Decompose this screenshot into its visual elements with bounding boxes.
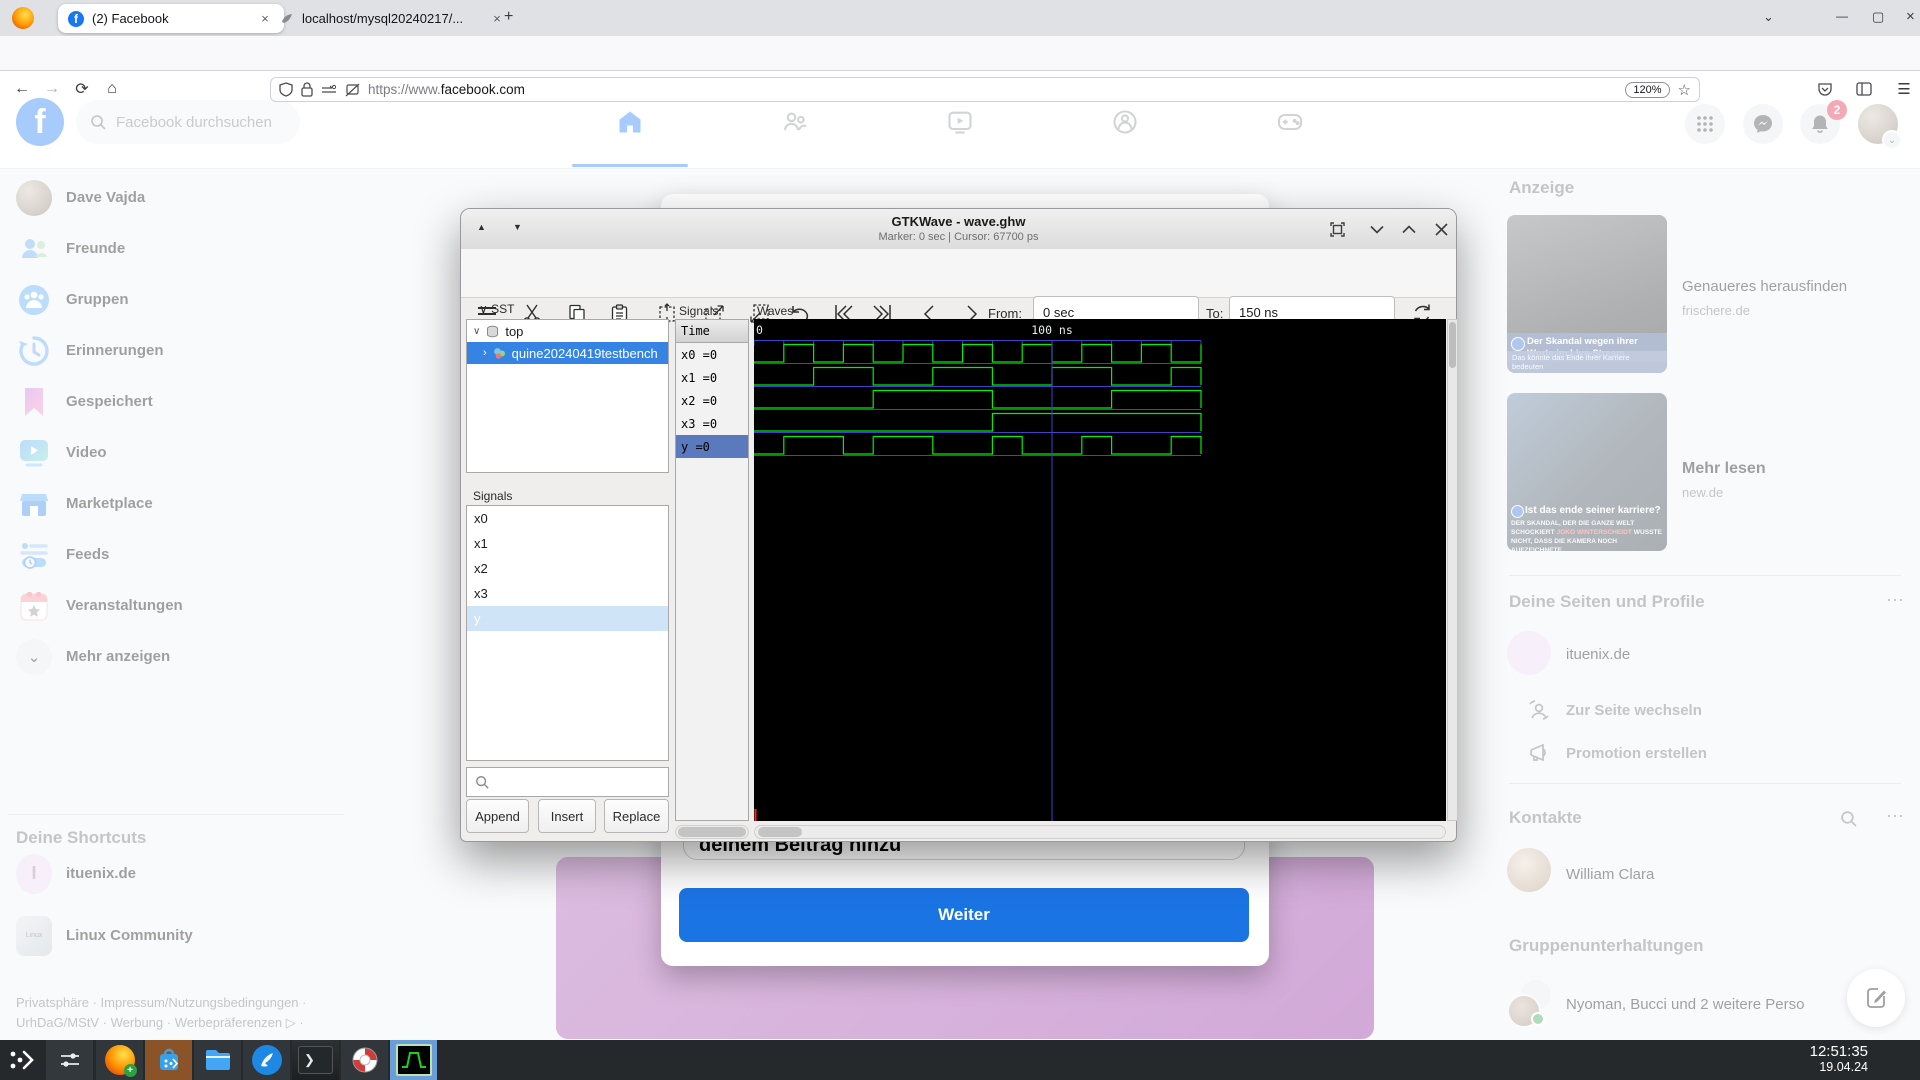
gtkwave-window: ▲ ▼ GTKWave - wave.ghw Marker: 0 sec | C… [460, 208, 1458, 842]
settings-launcher[interactable] [46, 1040, 93, 1080]
svg-text:100 ns: 100 ns [1031, 323, 1073, 337]
signal-list-item-x3[interactable]: x3 [467, 581, 668, 606]
window-minimize-icon[interactable]: — [1836, 9, 1848, 23]
bookmark-star-icon[interactable]: ☆ [1678, 81, 1691, 99]
save-to-pocket-icon[interactable] [1813, 77, 1837, 101]
search-icon [476, 776, 489, 789]
menu-hamburger-icon[interactable]: ☰ [1892, 77, 1916, 101]
window-maximize-icon[interactable]: ▢ [1872, 9, 1884, 25]
url-text: https://www.facebook.com [368, 82, 525, 97]
weiter-button[interactable]: Weiter [679, 888, 1249, 942]
signal-list-item-x2[interactable]: x2 [467, 556, 668, 581]
window-close-icon[interactable]: × [1906, 8, 1915, 25]
gtkwave-minimize-icon[interactable] [1367, 219, 1387, 239]
signal-search-input[interactable] [495, 773, 659, 791]
clock-date: 19.04.24 [1819, 1060, 1868, 1075]
wave-names-panel: Time x0 =0 x1 =0 x2 =0 x3 =0 y =0 [675, 319, 749, 821]
gtkwave-maximize-icon[interactable] [1399, 219, 1419, 239]
gtkwave-launcher-active[interactable] [390, 1040, 437, 1080]
file-manager-launcher[interactable] [194, 1040, 241, 1080]
reload-icon[interactable]: ⟳ [70, 77, 94, 101]
firefox-logo-icon[interactable] [12, 7, 34, 29]
module-icon [487, 325, 499, 337]
waves-vertical-scrollbar[interactable] [1447, 319, 1458, 821]
wave-name-x2[interactable]: x2 =0 [676, 389, 748, 412]
signal-search-box[interactable] [466, 767, 669, 797]
expander-icon[interactable]: ∨ [473, 326, 480, 337]
waves-horizontal-scrollbar[interactable] [754, 825, 1446, 839]
new-tab-button[interactable]: + [504, 8, 513, 26]
signal-list-item-y[interactable]: y [467, 606, 668, 631]
list-tabs-icon[interactable]: ⌄ [1763, 9, 1774, 25]
gtkwave-titlebar[interactable]: ▲ ▼ GTKWave - wave.ghw Marker: 0 sec | C… [461, 209, 1456, 250]
zoom-level-badge[interactable]: 120% [1625, 81, 1670, 98]
signal-list-item-x1[interactable]: x1 [467, 531, 668, 556]
gtkwave-title: GTKWave - wave.ghw [891, 214, 1026, 229]
replace-button[interactable]: Replace [604, 799, 669, 833]
tab-facebook[interactable]: f (2) Facebook × [58, 4, 284, 33]
tree-item-label: top [505, 323, 524, 339]
gtkwave-status: Marker: 0 sec | Cursor: 67700 ps [878, 231, 1039, 243]
wave-name-x3[interactable]: x3 =0 [676, 412, 748, 435]
wave-name-x1[interactable]: x1 =0 [676, 366, 748, 389]
svg-text:0: 0 [756, 323, 763, 337]
software-launcher[interactable] [145, 1040, 192, 1080]
signal-list: x0 x1 x2 x3 y [466, 505, 669, 761]
shield-icon[interactable] [279, 82, 293, 97]
sst-label[interactable]: ∨ SST [479, 302, 514, 316]
autoplay-blocked-icon[interactable] [345, 83, 360, 97]
waves-label: Waves [757, 304, 794, 318]
wave-canvas-svg: 0 100 ns [753, 323, 1202, 821]
sidebar-toggle-icon[interactable] [1852, 77, 1876, 101]
help-launcher[interactable] [341, 1040, 388, 1080]
insert-button[interactable]: Insert [538, 799, 596, 833]
firefox-launcher[interactable]: + [96, 1040, 143, 1080]
browser-tab-bar: f (2) Facebook × localhost/mysql20240217… [0, 0, 1920, 36]
terminal-launcher[interactable]: ❯ [292, 1040, 339, 1080]
scrollbar-thumb[interactable] [758, 827, 802, 837]
tree-item-top[interactable]: ∨ top [467, 320, 668, 342]
scrollbar-thumb[interactable] [678, 827, 746, 837]
tree-item-testbench[interactable]: › quine20240419testbench [467, 342, 668, 364]
waves-signals-label: Signals [679, 304, 719, 318]
wave-canvas[interactable]: 0 100 ns [753, 319, 1446, 821]
gtkwave-restore-icon[interactable] [1327, 219, 1347, 239]
screen: f (2) Facebook × localhost/mysql20240217… [0, 0, 1920, 1080]
clock[interactable]: 12:51:35 19.04.24 [1792, 1043, 1868, 1075]
tree-item-label: quine20240419testbench [511, 345, 658, 361]
taskbar: + ❯ 12:51:35 19.04.24 [0, 1040, 1920, 1080]
sst-tree: ∨ top › quine20240419testbench [466, 319, 669, 473]
entity-icon [493, 347, 505, 359]
permissions-icon[interactable] [321, 84, 337, 96]
clock-time: 12:51:35 [1809, 1043, 1868, 1060]
back-icon[interactable]: ← [10, 77, 34, 101]
forward-icon[interactable]: → [40, 77, 64, 101]
update-badge: + [123, 1064, 137, 1077]
time-header[interactable]: Time [676, 320, 748, 343]
blue-bird-app-launcher[interactable] [243, 1040, 290, 1080]
signals-frame-label: Signals [473, 489, 513, 503]
url-bar[interactable]: https://www.facebook.com 120% ☆ [270, 77, 1700, 102]
lock-icon[interactable] [301, 82, 313, 97]
tab-title: (2) Facebook [92, 11, 169, 26]
wave-name-y[interactable]: y =0 [676, 435, 748, 458]
prompt-glyph: ❯ [298, 1046, 333, 1074]
gtkwave-toolbar: From: To: [461, 249, 1456, 330]
tab-title: localhost/mysql20240217/... [302, 11, 464, 26]
expander-icon[interactable]: › [483, 347, 487, 359]
wave-name-x0[interactable]: x0 =0 [676, 343, 748, 366]
names-horizontal-scrollbar[interactable] [675, 825, 749, 839]
scrollbar-thumb[interactable] [1449, 322, 1456, 368]
applications-menu-icon[interactable] [2, 1040, 42, 1080]
signal-list-item-x0[interactable]: x0 [467, 506, 668, 531]
browser-nav-bar: ← → ⟳ ⌂ https://www.facebook.com 120% ☆ … [0, 36, 1920, 102]
tab-localhost[interactable]: localhost/mysql20240217/... × [270, 4, 516, 33]
append-button[interactable]: Append [466, 799, 529, 833]
tab-favicon [282, 13, 292, 23]
facebook-favicon: f [68, 10, 84, 27]
gtkwave-close-icon[interactable] [1431, 219, 1451, 239]
home-icon[interactable]: ⌂ [100, 77, 124, 101]
